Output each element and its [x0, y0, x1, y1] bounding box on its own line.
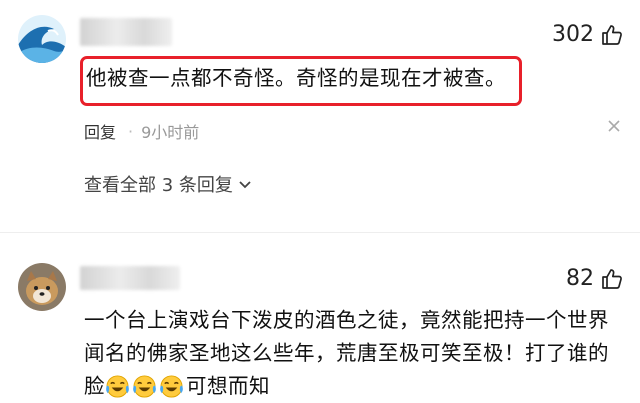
thumbs-up-icon	[602, 268, 622, 289]
laughing-crying-emoji-icon	[106, 375, 129, 398]
username-blurred[interactable]	[80, 18, 172, 46]
avatar[interactable]	[18, 15, 66, 63]
reply-button[interactable]: 回复	[84, 119, 116, 143]
dog-avatar-icon	[18, 263, 66, 311]
close-icon[interactable]	[606, 118, 622, 139]
username-blurred[interactable]	[80, 266, 180, 290]
thumbs-up-icon	[602, 24, 622, 45]
comment-text: 他被查一点都不奇怪。奇怪的是现在才被查。	[86, 66, 506, 90]
comment-line-1: 一个台上演戏台下泼皮的酒色之徒，竟然能把持一个世界	[84, 308, 609, 332]
view-all-replies-button[interactable]: 查看全部 3 条回复	[84, 171, 253, 197]
comment-line-3-suffix: 可想而知	[186, 374, 270, 398]
like-count: 82	[566, 266, 594, 291]
comment-line-3-prefix: 脸	[84, 374, 105, 398]
chevron-down-icon	[239, 181, 251, 189]
comment-meta: 回复 · 9小时前	[84, 119, 199, 143]
laughing-crying-emoji-icon	[133, 375, 156, 398]
comment-text: 一个台上演戏台下泼皮的酒色之徒，竟然能把持一个世界 闻名的佛家圣地这么些年，荒唐…	[84, 304, 609, 403]
comment-line-3: 脸 可想而知	[84, 370, 609, 403]
like-count: 302	[552, 22, 594, 47]
avatar[interactable]	[18, 263, 66, 311]
view-all-replies-label: 查看全部 3 条回复	[84, 175, 233, 196]
comment-time: 9小时前	[141, 123, 200, 142]
like-button[interactable]: 302	[552, 22, 624, 47]
comment-line-2: 闻名的佛家圣地这么些年，荒唐至极可笑至极！打了谁的	[84, 341, 609, 365]
laughing-crying-emoji-icon	[160, 375, 183, 398]
divider	[0, 232, 640, 233]
separator-dot: ·	[128, 121, 134, 141]
like-button[interactable]: 82	[566, 266, 624, 291]
wave-avatar-icon	[18, 15, 66, 63]
